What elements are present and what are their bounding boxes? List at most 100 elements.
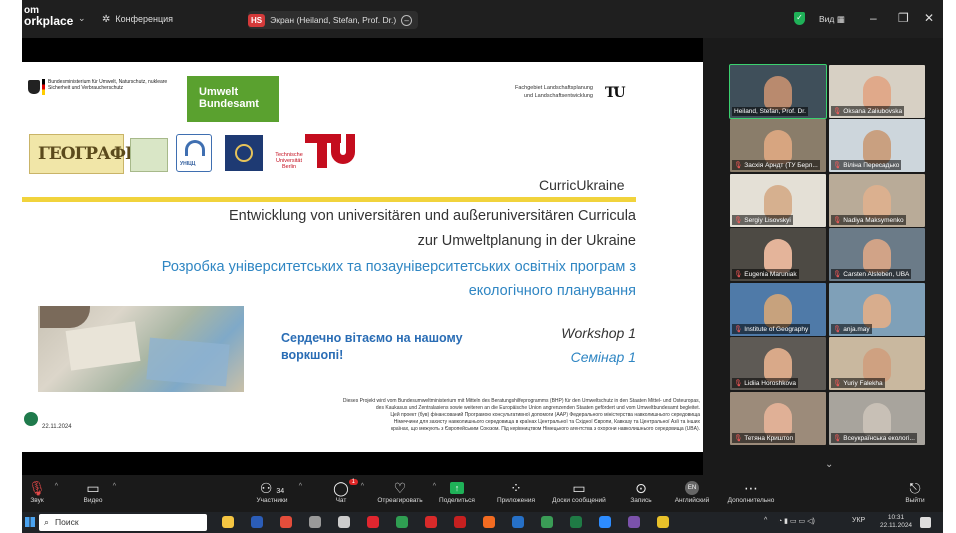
taskbar-app-file-explorer-icon[interactable] xyxy=(222,516,234,528)
tu-logo-stem xyxy=(317,134,327,168)
restore-icon[interactable]: ❐ xyxy=(898,11,909,25)
ukrainian-title-line2: екологічного планування xyxy=(468,283,636,299)
participant-tile[interactable]: 🎙 Nadiya Maksymenko xyxy=(829,174,925,227)
windows-start-icon[interactable] xyxy=(25,517,35,527)
taskbar-app-chrome-3-icon[interactable] xyxy=(541,516,553,528)
audio-button[interactable]: 🎙 Звук ^ xyxy=(24,479,58,504)
mic-muted-icon: 🎙 xyxy=(833,217,842,224)
department-line1: Fachgebiet Landschaftsplanung xyxy=(515,85,593,91)
taskbar-app-acrobat-icon[interactable] xyxy=(425,516,437,528)
more-button[interactable]: ⋯ Дополнительно xyxy=(722,479,780,504)
apps-button[interactable]: ⁘ Приложения xyxy=(492,479,540,504)
participants-button[interactable]: ⚇ 34 Участники ^ xyxy=(250,479,302,504)
participant-tile[interactable]: 🎙 Засхія Арндт (ТУ Берл... xyxy=(730,119,826,172)
photo-shape-3 xyxy=(40,306,90,328)
taskbar-app-chrome-icon[interactable] xyxy=(280,516,292,528)
participant-tile[interactable]: 🎙 Carsten Alsleben, UBA xyxy=(829,228,925,281)
share-top-margin xyxy=(22,38,703,62)
participant-tile[interactable]: 🎙 Lidiia Horoshkova xyxy=(730,337,826,390)
participant-face xyxy=(764,348,792,382)
disclaimer-line4: Німеччини для захисту навколишнього сере… xyxy=(393,419,700,425)
close-icon[interactable]: ✕ xyxy=(924,11,934,25)
chevron-up-icon[interactable]: ^ xyxy=(299,483,302,490)
language-button[interactable]: EN Английский xyxy=(670,479,714,504)
taskbar-app-chrome-4-icon[interactable] xyxy=(657,516,669,528)
react-button[interactable]: ♡ Отреагировать ^ xyxy=(372,479,436,504)
share-screen-button[interactable]: ↑ Поделиться xyxy=(435,479,479,504)
mic-muted-icon: 🎙 xyxy=(734,162,743,169)
record-button[interactable]: ⊙ Запись xyxy=(626,479,656,504)
notifications-icon[interactable] xyxy=(920,517,931,528)
participant-name-label: 🎙 Carsten Alsleben, UBA xyxy=(831,269,912,279)
system-clock[interactable]: 10:31 22.11.2024 xyxy=(880,514,912,530)
participant-name-label: 🎙 Lidiia Horoshkova xyxy=(732,378,798,388)
grid-icon: ▦ xyxy=(836,14,845,24)
chevron-down-icon[interactable]: ⌄ xyxy=(825,459,833,470)
department-line2: und Landschaftsentwicklung xyxy=(523,93,593,99)
taskbar-app-acrobat-2-icon[interactable] xyxy=(454,516,466,528)
meeting-info-button[interactable]: ✲ Конференция xyxy=(102,14,173,25)
mic-muted-icon: 🎙 xyxy=(833,380,842,387)
view-button[interactable]: Вид ▦ xyxy=(819,14,845,25)
participant-name: Carsten Alsleben, UBA xyxy=(843,271,910,278)
participant-tile[interactable]: 🎙 Yuriy Falekha xyxy=(829,337,925,390)
partner-logo-b-text: УНІЦЦ xyxy=(180,161,196,167)
chevron-down-icon[interactable]: ⌄ xyxy=(78,13,86,24)
participant-face xyxy=(764,403,792,437)
participant-tile[interactable]: 🎙 Eugenia Maruniak xyxy=(730,228,826,281)
heart-icon: ♡ xyxy=(393,480,407,496)
taskbar-app-zoom-icon[interactable] xyxy=(599,516,611,528)
taskbar-app-settings-app-icon[interactable] xyxy=(309,516,321,528)
record-icon: ⊙ xyxy=(635,480,647,496)
chevron-up-icon[interactable]: ^ xyxy=(361,483,364,490)
taskbar-app-outlook-icon[interactable] xyxy=(512,516,524,528)
participant-tile[interactable]: Heiland, Stefan, Prof. Dr. xyxy=(729,64,827,119)
search-placeholder: Поиск xyxy=(55,517,79,527)
partner-logo-c xyxy=(225,135,263,171)
record-label: Запись xyxy=(630,497,652,504)
keyboard-language[interactable]: УКР xyxy=(852,517,865,524)
audio-label: Звук xyxy=(30,497,44,504)
taskbar-app-gear-app-icon[interactable] xyxy=(338,516,350,528)
participant-tile[interactable]: 🎙 Віліна Пересадько xyxy=(829,119,925,172)
taskbar-app-word-icon[interactable] xyxy=(251,516,263,528)
video-button[interactable]: ▭ Видео ^ xyxy=(78,479,117,504)
security-shield-icon[interactable]: ✓ xyxy=(794,12,805,25)
annotate-pen-icon[interactable] xyxy=(22,410,40,428)
tray-chevron-icon[interactable]: ^ xyxy=(764,517,767,524)
participants-icon: ⚇ 34 xyxy=(259,480,285,496)
taskbar-app-opera-icon[interactable] xyxy=(367,516,379,528)
chevron-up-icon[interactable]: ^ xyxy=(55,483,58,490)
participant-face xyxy=(863,403,891,437)
flag-stripe xyxy=(42,79,45,95)
taskbar-search[interactable]: ⌕ Поиск xyxy=(39,514,207,531)
participant-tile[interactable]: 🎙 Sergiy Lisovskyi xyxy=(730,174,826,227)
taskbar-app-viber-icon[interactable] xyxy=(628,516,640,528)
taskbar-app-firefox-icon[interactable] xyxy=(483,516,495,528)
taskbar-app-excel-icon[interactable] xyxy=(570,516,582,528)
participant-tile[interactable]: 🎙 Тетяна Криштоп xyxy=(730,392,826,445)
participant-tile[interactable]: 🎙 Institute of Geography xyxy=(730,283,826,336)
mic-muted-icon: 🎙 xyxy=(833,108,842,115)
participant-face xyxy=(863,348,891,382)
participant-tile[interactable]: 🎙 Всеукраїнська екологі... xyxy=(829,392,925,445)
language-label: Английский xyxy=(674,497,710,504)
whiteboards-label: Доски сообщений xyxy=(552,497,606,504)
share-options-icon[interactable]: – xyxy=(401,14,413,26)
whiteboards-button[interactable]: ▭ Доски сообщений xyxy=(546,479,612,504)
tray-icons[interactable]: ◔ ▮ ▭ ▭ ◁) xyxy=(778,517,815,525)
os-taskbar: ⌕ Поиск ^ ◔ ▮ ▭ ▭ ◁) УКР 10:31 22.11.2024 xyxy=(22,512,943,533)
participant-tile[interactable]: 🎙 anja.may xyxy=(829,283,925,336)
taskbar-app-chrome-2-icon[interactable] xyxy=(396,516,408,528)
chat-button[interactable]: ◯ Чат 1 ^ xyxy=(330,479,364,504)
chevron-up-icon[interactable]: ^ xyxy=(113,483,116,490)
participant-name: Віліна Пересадько xyxy=(843,162,900,169)
participant-tile[interactable]: 🎙 Oksana Zaliubovska xyxy=(829,65,925,118)
tu-berlin-logo xyxy=(305,134,361,168)
participant-face xyxy=(863,239,891,273)
leave-button[interactable]: ⎋ Выйти xyxy=(902,479,928,504)
minimize-icon[interactable]: – xyxy=(870,11,877,25)
participant-name: Nadiya Maksymenko xyxy=(843,217,904,224)
department-text: Fachgebiet Landschaftsplanung und Landsc… xyxy=(485,84,593,100)
screen-share-indicator[interactable]: HS Экран (Heiland, Stefan, Prof. Dr.) – xyxy=(248,11,419,29)
